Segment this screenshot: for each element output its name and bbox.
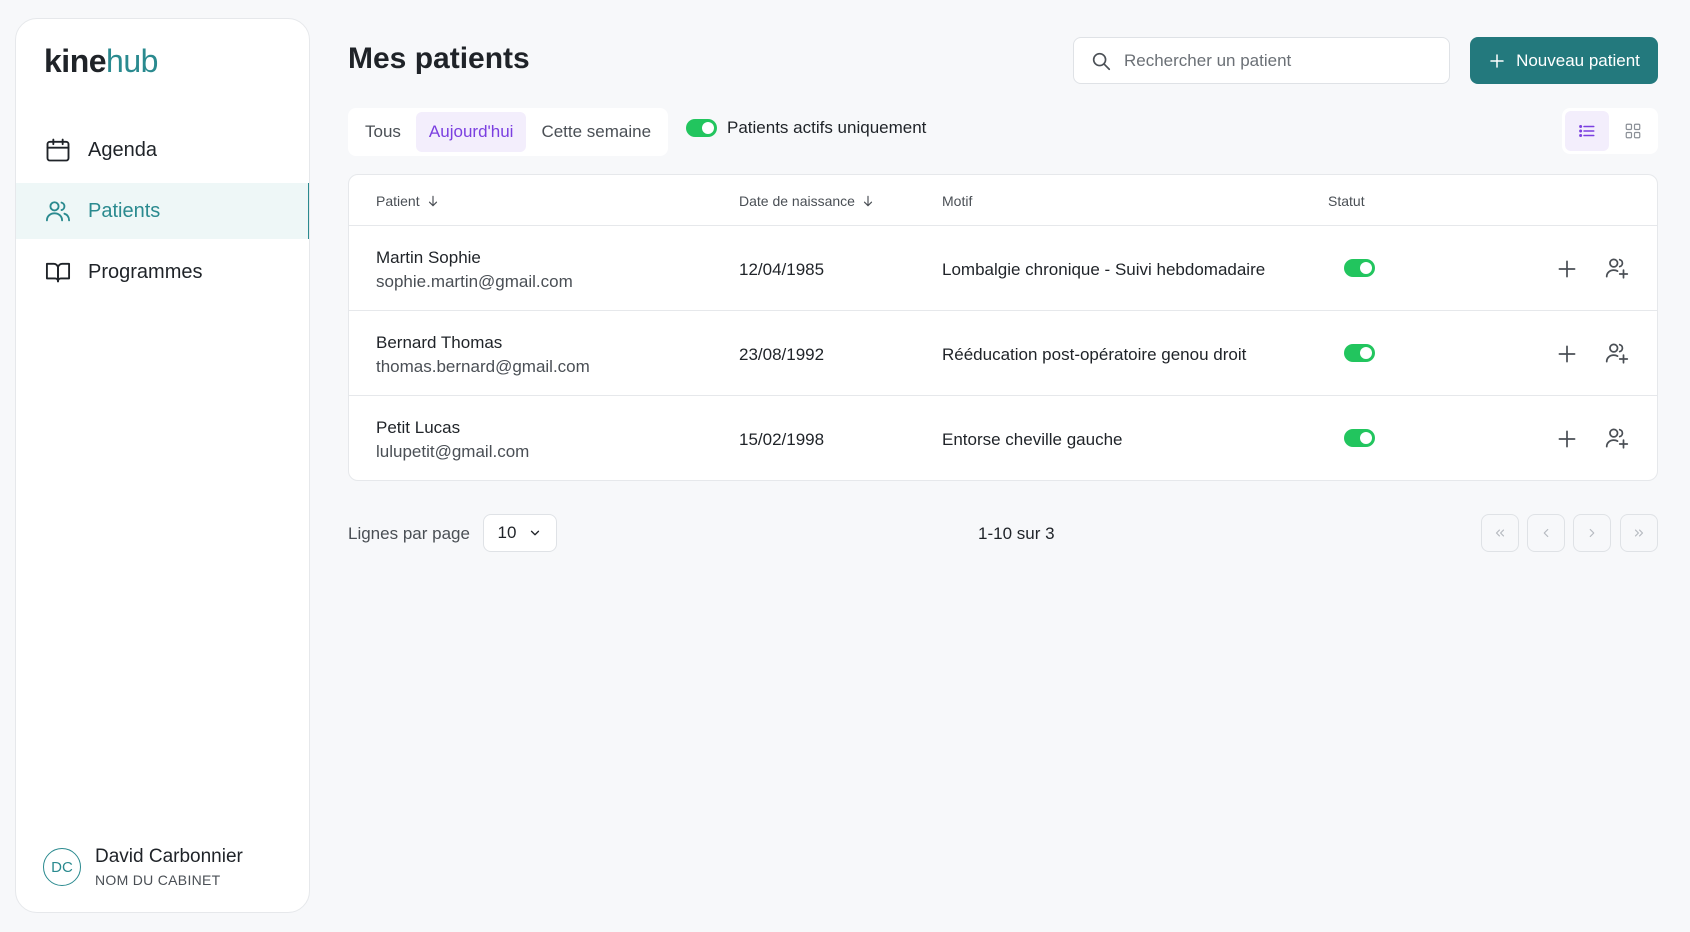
page-range: 1-10 sur 3 [978, 524, 1055, 543]
patient-dob: 12/04/1985 [739, 260, 825, 279]
status-toggle[interactable] [1344, 259, 1375, 282]
users-icon [45, 201, 71, 222]
rows-per-page-value: 10 [497, 523, 517, 542]
logo-part-hub: hub [106, 43, 158, 79]
chevrons-right-icon [1634, 529, 1644, 537]
plus-icon [1490, 53, 1504, 68]
column-label: Patient [376, 193, 420, 209]
logo-part-kine: kine [44, 43, 107, 79]
rows-per-page-label: Lignes par page [348, 524, 470, 543]
toggle-switch [1344, 429, 1375, 447]
sidebar: kinehub Agenda Patients Programmes DC Da… [15, 18, 310, 913]
new-patient-label: Nouveau patient [1516, 50, 1640, 70]
sort-down-icon [863, 195, 873, 207]
active-only-filter: Patients actifs uniquement [686, 118, 926, 138]
sort-down-icon [428, 195, 437, 207]
sidebar-item-label: Programmes [88, 260, 203, 283]
user-cabinet: NOM DU CABINET [95, 872, 221, 888]
patient-name: Martin Sophie [376, 248, 481, 267]
chevrons-left-icon [1495, 529, 1505, 537]
sidebar-item-label: Patients [88, 199, 161, 222]
table-row[interactable]: Bernard Thomas thomas.bernard@gmail.com … [349, 311, 1657, 396]
search-icon [1092, 52, 1111, 70]
table-row[interactable]: Petit Lucas lulupetit@gmail.com 15/02/19… [349, 396, 1657, 480]
grid-icon [1625, 123, 1641, 139]
patient-email: lulupetit@gmail.com [376, 442, 530, 461]
tab-cette-semaine[interactable]: Cette semaine [528, 112, 664, 152]
patients-table: Patient Date de naissance Motif Statut M… [348, 174, 1658, 481]
user-name: David Carbonnier [95, 846, 243, 867]
patient-motif: Entorse cheville gauche [942, 430, 1123, 449]
chevron-down-icon [531, 530, 540, 536]
filter-tabs: Tous Aujourd'hui Cette semaine [348, 108, 668, 156]
sidebar-item-patients[interactable]: Patients [16, 183, 309, 239]
column-status: Statut [1328, 193, 1365, 209]
toggle-switch [1344, 259, 1375, 277]
toggle-switch [1344, 344, 1375, 362]
column-label: Date de naissance [739, 193, 855, 209]
add-icon[interactable] [1554, 341, 1580, 367]
book-icon [45, 262, 71, 283]
first-page-button[interactable] [1481, 514, 1519, 552]
rows-per-page-select[interactable]: 10 [483, 514, 557, 552]
add-icon[interactable] [1554, 426, 1580, 452]
user-profile[interactable]: DC David Carbonnier NOM DU CABINET [43, 846, 243, 888]
patient-dob: 23/08/1992 [739, 345, 825, 364]
tab-tous[interactable]: Tous [352, 112, 414, 152]
kinehub-logo[interactable]: kinehub [44, 45, 158, 77]
list-view-button[interactable] [1565, 111, 1609, 151]
patient-motif: Rééducation post-opératoire genou droit [942, 345, 1247, 364]
avatar: DC [43, 848, 81, 886]
list-icon [1579, 125, 1595, 137]
page-title: Mes patients [348, 42, 530, 75]
patient-name: Petit Lucas [376, 418, 461, 437]
tab-aujourdhui[interactable]: Aujourd'hui [415, 112, 527, 152]
new-patient-button[interactable]: Nouveau patient [1470, 37, 1658, 84]
user-plus-icon[interactable] [1604, 340, 1630, 366]
main-content: Mes patients Nouveau patient Tous Aujour… [348, 0, 1658, 932]
active-only-label: Patients actifs uniquement [727, 118, 927, 137]
patient-motif: Lombalgie chronique - Suivi hebdomadaire [942, 260, 1266, 279]
chevron-left-icon [1543, 528, 1549, 538]
grid-view-button[interactable] [1611, 111, 1655, 151]
previous-page-button[interactable] [1527, 514, 1565, 552]
user-plus-icon[interactable] [1604, 255, 1630, 281]
patient-dob: 15/02/1998 [739, 430, 825, 449]
column-motif: Motif [942, 193, 972, 209]
calendar-icon [46, 138, 70, 162]
user-plus-icon[interactable] [1604, 425, 1630, 451]
sidebar-item-label: Agenda [88, 138, 157, 161]
next-page-button[interactable] [1573, 514, 1611, 552]
status-toggle[interactable] [1344, 344, 1375, 367]
search-input[interactable] [1124, 50, 1424, 71]
sidebar-item-agenda[interactable]: Agenda [16, 122, 309, 178]
table-header: Patient Date de naissance Motif Statut [349, 175, 1657, 226]
active-only-toggle[interactable] [686, 119, 717, 137]
status-toggle[interactable] [1344, 429, 1375, 452]
column-label: Statut [1328, 193, 1365, 209]
column-label: Motif [942, 193, 973, 209]
add-icon[interactable] [1554, 256, 1580, 282]
last-page-button[interactable] [1620, 514, 1658, 552]
pagination: Lignes par page 10 1-10 sur 3 [348, 514, 1658, 554]
column-patient[interactable]: Patient [376, 193, 440, 209]
chevron-right-icon [1589, 528, 1595, 538]
column-dob[interactable]: Date de naissance [739, 193, 875, 209]
patient-name: Bernard Thomas [376, 333, 503, 352]
patient-email: thomas.bernard@gmail.com [376, 357, 590, 376]
patient-email: sophie.martin@gmail.com [376, 272, 573, 291]
view-toggle [1562, 108, 1658, 154]
search-box[interactable] [1073, 37, 1450, 84]
sidebar-item-programmes[interactable]: Programmes [16, 244, 309, 300]
table-row[interactable]: Martin Sophie sophie.martin@gmail.com 12… [349, 226, 1657, 311]
